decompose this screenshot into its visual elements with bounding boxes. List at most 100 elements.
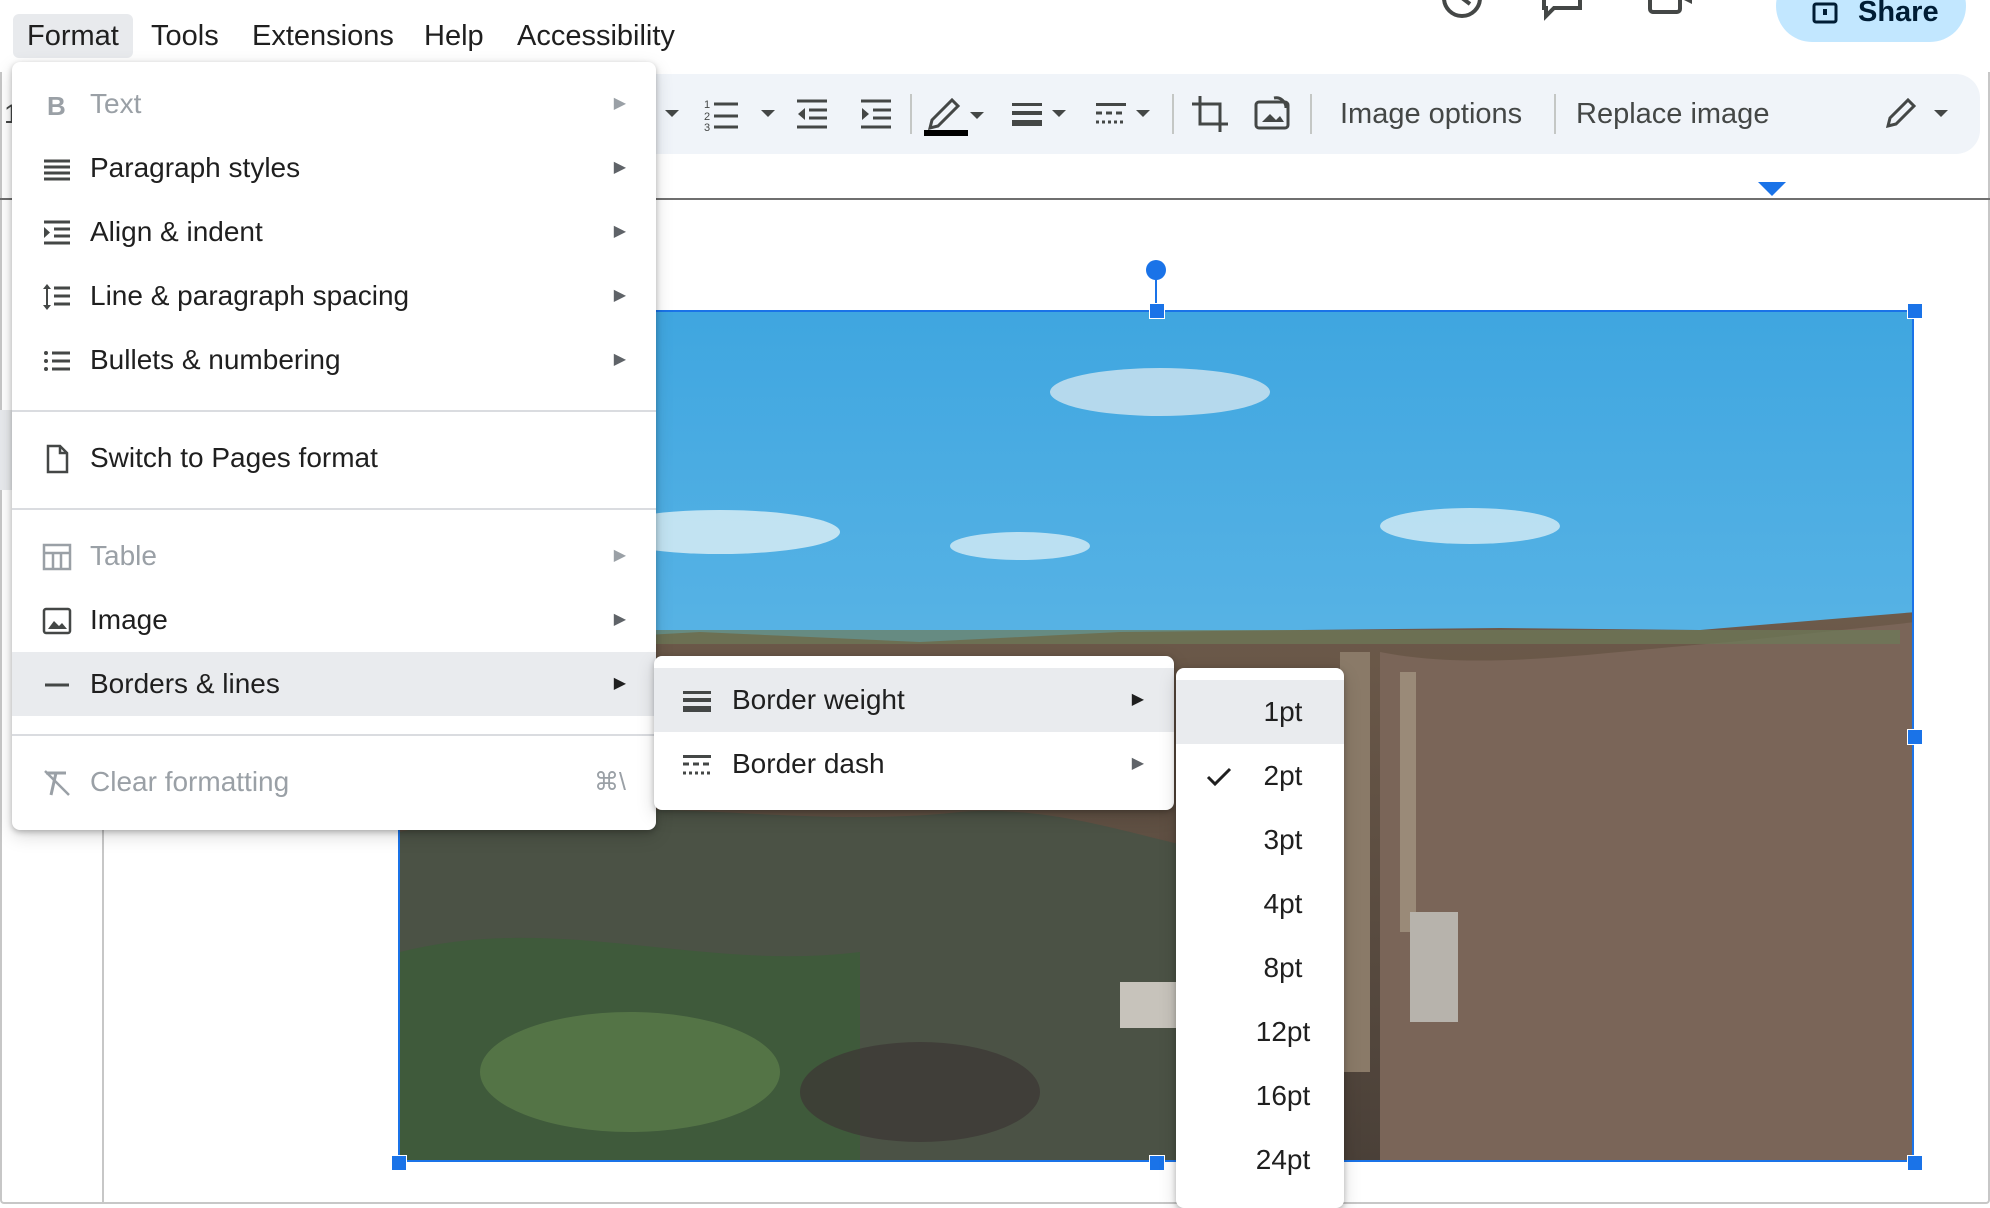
border-dash-icon (683, 755, 711, 775)
left-margin-marker (0, 410, 12, 490)
menu-item-bullets-numbering[interactable]: Bullets & numbering ▶ (12, 328, 656, 392)
image-icon (42, 607, 72, 635)
menu-item-clear-formatting[interactable]: Clear formatting ⌘\ (12, 750, 656, 814)
menu-item-line-spacing[interactable]: Line & paragraph spacing ▶ (12, 264, 656, 328)
meet-icon[interactable] (1646, 0, 1726, 26)
horizontal-line-icon (45, 683, 69, 687)
image-options-button[interactable]: Image options (1340, 74, 1522, 154)
resize-handle-top[interactable] (1149, 303, 1165, 319)
svg-text:3: 3 (704, 122, 710, 132)
resize-handle-right[interactable] (1907, 729, 1923, 745)
menu-item-table[interactable]: Table ▶ (12, 524, 656, 588)
dropdown-arrow-icon[interactable] (758, 104, 778, 124)
weight-option-label: 4pt (1263, 888, 1303, 919)
menu-item-switch-pages[interactable]: Switch to Pages format (12, 426, 656, 490)
border-color-icon[interactable] (922, 92, 984, 136)
weight-option-16pt[interactable]: 16pt (1176, 1064, 1344, 1128)
border-weight-icon (683, 691, 711, 712)
menu-item-label: Line & paragraph spacing (90, 280, 410, 311)
menu-item-label: Border dash (732, 748, 885, 779)
weight-option-4pt[interactable]: 4pt (1176, 872, 1344, 936)
weight-option-3pt[interactable]: 3pt (1176, 808, 1344, 872)
line-spacing-icon (43, 284, 70, 310)
menu-format[interactable]: Format (13, 14, 133, 58)
border-dash-icon[interactable] (1094, 100, 1158, 130)
numbered-list-icon[interactable]: 1 2 3 (702, 96, 742, 132)
menu-tools[interactable]: Tools (137, 14, 233, 58)
weight-option-label: 12pt (1255, 1016, 1311, 1047)
dropdown-arrow-icon[interactable] (662, 104, 682, 124)
history-icon[interactable] (1440, 0, 1484, 26)
toolbar-separator (1310, 94, 1312, 134)
menu-item-label: Border weight (732, 684, 905, 715)
menu-help[interactable]: Help (410, 14, 498, 58)
share-button[interactable]: Share (1776, 0, 1966, 42)
menu-divider (12, 410, 656, 412)
menu-item-label: Paragraph styles (90, 152, 301, 183)
submenu-arrow-icon: ▶ (613, 159, 626, 176)
menu-item-align-indent[interactable]: Align & indent ▶ (12, 200, 656, 264)
toolbar-separator (1554, 94, 1556, 134)
menu-item-label: Table (90, 540, 157, 571)
menu-item-label: Text (90, 88, 142, 119)
borders-lines-submenu: Border weight ▶ Border dash ▶ (654, 656, 1174, 810)
weight-option-label: 1pt (1263, 696, 1303, 727)
submenu-arrow-icon: ▶ (613, 351, 626, 368)
weight-option-label: 16pt (1255, 1080, 1311, 1111)
weight-option-label: 8pt (1263, 952, 1303, 983)
menu-divider (12, 734, 656, 736)
format-menu: B Text ▶ Paragraph styles ▶ Align & inde… (12, 62, 656, 830)
reset-image-icon[interactable] (1252, 94, 1292, 134)
right-indent-marker-icon[interactable] (1758, 182, 1786, 196)
border-weight-icon[interactable] (1010, 100, 1074, 130)
menu-item-borders-lines[interactable]: Borders & lines ▶ (12, 652, 656, 716)
toolbar-separator (910, 94, 912, 134)
weight-option-12pt[interactable]: 12pt (1176, 1000, 1344, 1064)
resize-handle-top-right[interactable] (1907, 303, 1923, 319)
paragraph-styles-icon (44, 159, 70, 181)
document-icon (46, 444, 69, 474)
menu-extensions[interactable]: Extensions (238, 14, 408, 58)
resize-handle-bottom-left[interactable] (391, 1155, 407, 1171)
menu-item-label: Clear formatting (90, 766, 290, 797)
decrease-indent-icon[interactable] (794, 96, 830, 132)
submenu-arrow-icon: ▶ (613, 223, 626, 240)
menu-item-border-weight[interactable]: Border weight ▶ (654, 668, 1174, 732)
submenu-arrow-icon: ▶ (613, 287, 626, 304)
weight-option-label: 2pt (1263, 760, 1303, 791)
lock-icon (1812, 2, 1838, 24)
weight-option-2pt[interactable]: 2pt (1176, 744, 1344, 808)
border-weight-submenu: 1pt 2pt 3pt 4pt 8pt 12pt 16pt 24pt (1176, 668, 1344, 1208)
menu-item-label: Bullets & numbering (90, 344, 341, 375)
menu-item-border-dash[interactable]: Border dash ▶ (654, 732, 1174, 796)
submenu-arrow-icon: ▶ (613, 95, 626, 112)
menu-item-paragraph-styles[interactable]: Paragraph styles ▶ (12, 136, 656, 200)
increase-indent-icon[interactable] (858, 96, 894, 132)
weight-option-24pt[interactable]: 24pt (1176, 1128, 1344, 1192)
submenu-arrow-icon: ▶ (1131, 755, 1144, 772)
resize-handle-bottom[interactable] (1149, 1155, 1165, 1171)
submenu-arrow-icon: ▶ (1131, 691, 1144, 708)
shortcut-label: ⌘\ (594, 768, 626, 796)
replace-image-button[interactable]: Replace image (1576, 74, 1769, 154)
editing-mode-icon[interactable] (1884, 96, 1958, 132)
menu-divider (12, 508, 656, 510)
weight-option-1pt[interactable]: 1pt (1176, 680, 1344, 744)
bold-icon: B (47, 91, 66, 120)
menu-item-label: Switch to Pages format (90, 442, 378, 473)
menu-item-label: Align & indent (90, 216, 263, 247)
comment-icon[interactable] (1540, 0, 1584, 26)
menu-item-label: Image (90, 604, 168, 635)
clear-formatting-icon (44, 770, 70, 796)
crop-icon[interactable] (1190, 94, 1230, 134)
submenu-arrow-icon: ▶ (613, 611, 626, 628)
menu-accessibility[interactable]: Accessibility (503, 14, 689, 58)
rotation-handle[interactable] (1146, 260, 1166, 280)
weight-option-8pt[interactable]: 8pt (1176, 936, 1344, 1000)
align-indent-icon (44, 220, 70, 245)
menu-item-label: Borders & lines (90, 668, 280, 699)
submenu-arrow-icon: ▶ (613, 547, 626, 564)
resize-handle-bottom-right[interactable] (1907, 1155, 1923, 1171)
menu-item-image[interactable]: Image ▶ (12, 588, 656, 652)
menu-item-text[interactable]: B Text ▶ (12, 72, 656, 136)
